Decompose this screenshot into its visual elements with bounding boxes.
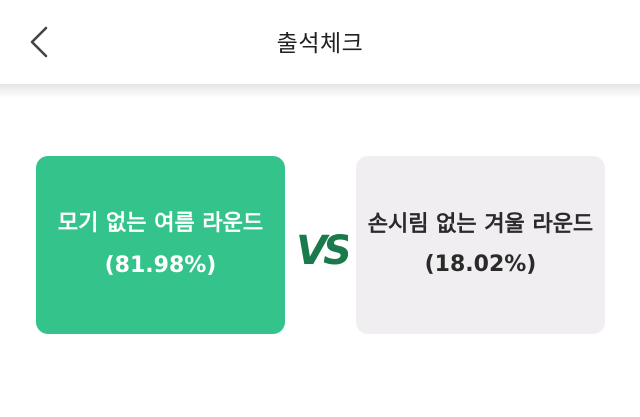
vote-option-summer-label: 모기 없는 여름 라운드 (57, 211, 264, 236)
app-header: 출석체크 (0, 0, 640, 84)
vs-icon: VS (296, 228, 348, 272)
vs-text: VS (296, 228, 348, 272)
header-shadow (0, 84, 640, 98)
page-title: 출석체크 (276, 31, 364, 57)
vote-option-winter-percent: (18.02%) (424, 252, 537, 277)
vote-option-summer[interactable]: 모기 없는 여름 라운드 (81.98%) (36, 156, 285, 334)
vote-option-winter-label: 손시림 없는 겨울 라운드 (367, 212, 594, 237)
vote-option-winter[interactable]: 손시림 없는 겨울 라운드 (18.02%) (356, 156, 605, 334)
vote-option-summer-percent: (81.98%) (104, 253, 217, 278)
